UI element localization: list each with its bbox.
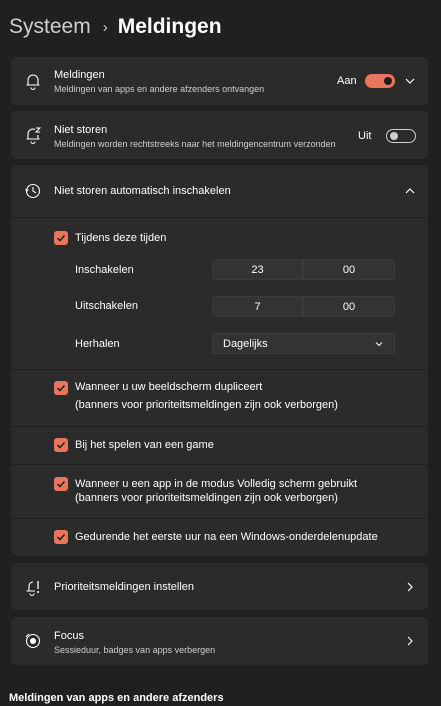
turn-off-hour-field[interactable]: 7 bbox=[212, 296, 303, 317]
notifications-description: Meldingen van apps en andere afzenders o… bbox=[54, 84, 265, 94]
turn-off-label: Uitschakelen bbox=[75, 300, 138, 312]
duplicate-display-checkbox[interactable] bbox=[54, 381, 68, 395]
chevron-right-icon bbox=[404, 635, 416, 647]
dnd-toggle[interactable] bbox=[386, 129, 416, 143]
focus-card[interactable]: Focus Sessieduur, badges van apps verber… bbox=[11, 617, 428, 665]
bell-zz-icon bbox=[23, 125, 43, 145]
during-times-checkbox[interactable] bbox=[54, 231, 68, 245]
priority-title: Prioriteitsmeldingen instellen bbox=[54, 581, 195, 593]
option-fullscreen: Wanneer u een app in de modus Volledig s… bbox=[11, 465, 428, 518]
gaming-label: Bij het spelen van een game bbox=[75, 439, 214, 451]
page-title: Meldingen bbox=[117, 15, 222, 38]
section-heading: Meldingen van apps en andere afzenders bbox=[9, 692, 224, 704]
notifications-setting-card[interactable]: Meldingen Meldingen van apps en andere a… bbox=[11, 57, 428, 105]
gaming-checkbox[interactable] bbox=[54, 438, 68, 452]
during-times-label: Tijdens deze tijden bbox=[75, 232, 167, 244]
priority-notifications-card[interactable]: Prioriteitsmeldingen instellen bbox=[11, 563, 428, 610]
feature-update-label: Gedurende het eerste uur na een Windows-… bbox=[75, 531, 378, 543]
auto-dnd-header[interactable]: Niet storen automatisch inschakelen bbox=[11, 165, 428, 217]
clock-icon bbox=[23, 181, 43, 201]
breadcrumb-parent[interactable]: Systeem bbox=[9, 15, 91, 39]
auto-dnd-title: Niet storen automatisch inschakelen bbox=[54, 185, 231, 197]
focus-icon bbox=[23, 631, 43, 651]
dnd-state-label: Uit bbox=[358, 130, 372, 142]
option-duplicate-display: Wanneer u uw beeldscherm dupliceert (ban… bbox=[11, 370, 428, 426]
option-gaming: Bij het spelen van een game bbox=[11, 427, 428, 464]
chevron-up-icon[interactable] bbox=[404, 185, 416, 197]
focus-description: Sessieduur, badges van apps verbergen bbox=[54, 645, 216, 655]
priority-bell-icon bbox=[23, 577, 43, 597]
fullscreen-label: Wanneer u een app in de modus Volledig s… bbox=[75, 478, 358, 490]
focus-title: Focus bbox=[54, 630, 84, 642]
repeat-dropdown[interactable]: Dagelijks bbox=[212, 333, 395, 354]
option-feature-update: Gedurende het eerste uur na een Windows-… bbox=[11, 519, 428, 556]
breadcrumb: Systeem › Meldingen bbox=[9, 13, 222, 41]
chevron-down-icon bbox=[374, 339, 384, 352]
notifications-title: Meldingen bbox=[54, 69, 105, 81]
notifications-toggle[interactable] bbox=[365, 74, 395, 88]
turn-off-minute-field[interactable]: 00 bbox=[303, 296, 395, 317]
fullscreen-note: (banners voor prioriteitsmeldingen zijn … bbox=[75, 492, 338, 504]
dnd-setting-card: Niet storen Meldingen worden rechtstreek… bbox=[11, 111, 428, 159]
schedule-section: Tijdens deze tijden Inschakelen 23 00 Ui… bbox=[11, 218, 428, 369]
duplicate-display-label: Wanneer u uw beeldscherm dupliceert bbox=[75, 381, 263, 393]
repeat-value: Dagelijks bbox=[223, 337, 268, 350]
turn-on-minute-field[interactable]: 00 bbox=[303, 259, 395, 280]
dnd-title: Niet storen bbox=[54, 124, 108, 136]
dnd-description: Meldingen worden rechtstreeks naar het m… bbox=[54, 139, 336, 149]
turn-on-label: Inschakelen bbox=[75, 264, 134, 276]
bell-icon bbox=[23, 71, 43, 91]
breadcrumb-separator: › bbox=[102, 18, 108, 36]
chevron-down-icon[interactable] bbox=[404, 75, 416, 87]
fullscreen-checkbox[interactable] bbox=[54, 477, 68, 491]
notifications-state-label: Aan bbox=[337, 75, 357, 87]
duplicate-display-note: (banners voor prioriteitsmeldingen zijn … bbox=[75, 399, 338, 411]
turn-on-hour-field[interactable]: 23 bbox=[212, 259, 303, 280]
feature-update-checkbox[interactable] bbox=[54, 530, 68, 544]
repeat-label: Herhalen bbox=[75, 338, 120, 350]
chevron-right-icon bbox=[404, 581, 416, 593]
